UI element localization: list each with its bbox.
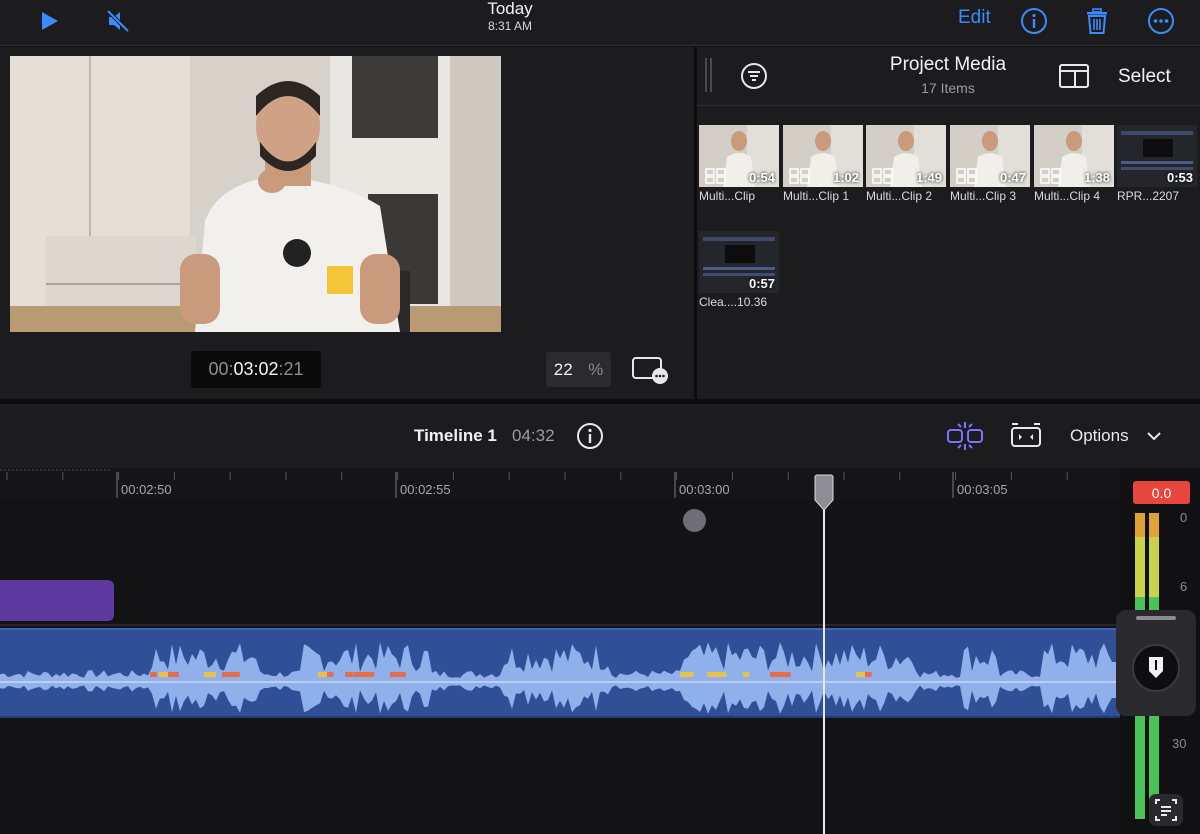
timecode-main: 03:02	[233, 359, 279, 379]
marker-dot[interactable]	[683, 509, 706, 532]
ruler-label: 00:02:50	[121, 482, 172, 497]
project-media-title: Project Media	[889, 54, 1007, 75]
multicam-icon	[956, 168, 977, 184]
media-thumbnail[interactable]: 0:54	[699, 125, 779, 187]
more-icon[interactable]	[1144, 4, 1178, 38]
viewer-options-icon[interactable]	[631, 355, 669, 385]
zoom-unit: %	[588, 359, 604, 379]
waveform-peak	[231, 672, 240, 677]
zoom-value: 22	[553, 359, 573, 379]
options-menu-label[interactable]: Options	[1070, 426, 1129, 446]
ruler-label: 00:02:55	[400, 482, 451, 497]
waveform-peak	[399, 672, 406, 677]
waveform-peak	[150, 672, 157, 677]
playhead-line[interactable]	[823, 478, 825, 834]
meter-label: 6	[1180, 579, 1188, 594]
title-clip[interactable]	[0, 580, 114, 621]
multicam-icon	[1040, 168, 1061, 184]
timecode-frames: :21	[278, 359, 304, 379]
volume-knob-icon[interactable]	[1116, 610, 1196, 716]
media-thumbnail[interactable]: 1:02	[783, 125, 863, 187]
media-thumbnail-label: Multi...Clip 4	[1034, 189, 1101, 203]
waveform-peak	[856, 672, 867, 677]
media-header-divider	[697, 105, 1200, 106]
timeline-title: Timeline 1	[414, 426, 497, 445]
timeline-duration: 04:32	[512, 426, 555, 445]
waveform-peak	[327, 672, 334, 677]
multicam-icon	[872, 168, 893, 184]
audio-clip[interactable]	[0, 628, 1120, 718]
info-icon[interactable]	[1017, 4, 1051, 38]
media-thumbnail-label: Multi...Clip 3	[950, 189, 1017, 203]
media-thumbnail[interactable]: 1:38	[1034, 125, 1114, 187]
meter-peak-readout: 0.0	[1133, 481, 1190, 504]
multicam-icon	[705, 168, 726, 184]
media-thumbnail-label: Multi...Clip 2	[866, 189, 933, 203]
waveform-peak	[680, 672, 694, 677]
project-media-count: 17 Items	[921, 80, 975, 96]
waveform-peak	[345, 672, 354, 677]
clip-duration: 1:38	[1083, 170, 1110, 185]
track-divider	[0, 624, 1120, 626]
audio-waveform	[0, 642, 1120, 714]
split-clip-icon[interactable]	[945, 420, 985, 452]
media-thumbnail-label: Multi...Clip 1	[783, 189, 850, 203]
video-preview[interactable]	[10, 56, 501, 332]
timeline-info-icon[interactable]	[575, 421, 605, 451]
media-thumbnail-label: Multi...Clip	[699, 189, 756, 203]
clip-duration: 1:49	[915, 170, 942, 185]
playhead-handle[interactable]	[814, 474, 834, 512]
panel-resize-handle[interactable]	[705, 58, 713, 92]
waveform-peak	[390, 672, 400, 677]
project-title-text: Today	[487, 0, 533, 18]
project-title: Today 8:31 AM	[460, 0, 560, 34]
chevron-down-icon[interactable]	[1146, 429, 1162, 441]
clip-duration: 0:53	[1166, 170, 1193, 185]
timecode-display[interactable]: 00: 03:02:21	[191, 351, 321, 388]
project-media-panel	[697, 47, 1200, 399]
multicam-icon	[789, 168, 810, 184]
ruler-label: 00:03:00	[679, 482, 730, 497]
live-text-icon[interactable]	[1149, 794, 1183, 826]
media-thumbnail[interactable]: 1:49	[866, 125, 946, 187]
panel-divider-vertical[interactable]	[694, 47, 697, 399]
waveform-peak	[779, 672, 791, 677]
zoom-field[interactable]: 22 %	[546, 352, 611, 387]
play-icon[interactable]	[32, 4, 66, 38]
trash-icon[interactable]	[1080, 4, 1114, 38]
media-thumbnail[interactable]: 0:47	[950, 125, 1030, 187]
trim-clip-icon[interactable]	[1008, 420, 1044, 452]
ruler-label: 00:03:05	[957, 482, 1008, 497]
media-thumbnail[interactable]: 0:57	[699, 231, 779, 293]
clip-duration: 0:57	[748, 276, 775, 291]
timecode-prefix: 00:	[208, 359, 234, 379]
waveform-peak	[204, 672, 217, 677]
clip-duration: 1:02	[832, 170, 859, 185]
waveform-peak	[222, 672, 232, 677]
clip-duration: 0:54	[748, 170, 775, 185]
waveform-peak	[743, 672, 750, 677]
project-time: 8:31 AM	[487, 19, 533, 33]
waveform-peak	[354, 672, 365, 677]
layout-icon[interactable]	[1058, 62, 1090, 90]
media-thumbnail[interactable]: 0:53	[1117, 125, 1197, 187]
edit-button[interactable]: Edit	[958, 7, 991, 29]
meter-label: 0	[1180, 510, 1188, 525]
top-bar: Today 8:31 AM Edit	[0, 0, 1200, 46]
select-button[interactable]: Select	[1118, 66, 1171, 88]
volume-knob-panel[interactable]	[1116, 610, 1196, 716]
media-thumbnail-label: RPR...2207	[1117, 189, 1180, 203]
mute-icon[interactable]	[101, 4, 135, 38]
waveform-peak	[716, 672, 727, 677]
filter-icon[interactable]	[739, 61, 769, 91]
clip-duration: 0:47	[999, 170, 1026, 185]
waveform-peak	[168, 672, 179, 677]
waveform-peak	[363, 672, 375, 677]
meter-label: 30	[1172, 736, 1187, 751]
media-thumbnail-label: Clea....10.36	[699, 295, 768, 309]
waveform-peak	[865, 672, 872, 677]
